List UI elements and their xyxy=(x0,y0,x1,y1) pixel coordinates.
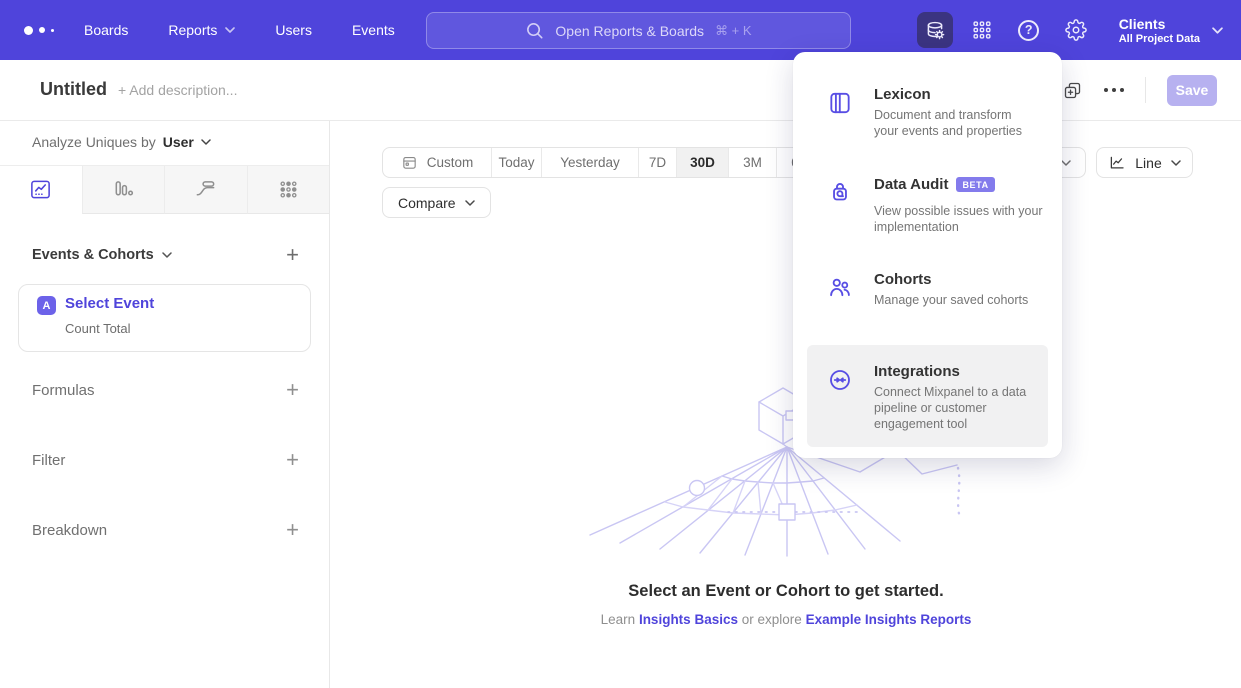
chevron-down-icon xyxy=(1061,160,1071,166)
data-audit-icon xyxy=(827,180,853,206)
help-button[interactable]: ? xyxy=(1011,12,1047,48)
chevron-down-icon xyxy=(201,139,211,145)
primary-nav: Boards Reports Users Events xyxy=(84,0,395,60)
chevron-down-icon xyxy=(1171,160,1181,166)
data-management-menu: Lexicon Document and transform your even… xyxy=(793,52,1062,458)
chart-type-button[interactable]: Line xyxy=(1096,147,1193,178)
example-reports-link[interactable]: Example Insights Reports xyxy=(806,612,972,627)
tab-metrics[interactable] xyxy=(247,166,330,214)
menu-item-integrations[interactable]: Integrations Connect Mixpanel to a data … xyxy=(827,363,1052,432)
report-description-placeholder[interactable]: + Add description... xyxy=(118,82,237,98)
select-event-label: Select Event xyxy=(65,295,154,312)
menu-item-data-audit[interactable]: Data AuditBETA View possible issues with… xyxy=(827,176,1052,236)
range-today[interactable]: Today xyxy=(491,148,541,177)
chevron-down-icon xyxy=(225,27,235,33)
copy-icon xyxy=(1062,80,1083,101)
report-actions: Save xyxy=(1062,60,1217,120)
nav-item-boards[interactable]: Boards xyxy=(84,22,128,38)
metrics-tab-icon xyxy=(277,178,300,201)
analyze-value: User xyxy=(163,134,194,150)
range-3m[interactable]: 3M xyxy=(728,148,776,177)
nav-item-users[interactable]: Users xyxy=(275,22,312,38)
insights-basics-link[interactable]: Insights Basics xyxy=(639,612,738,627)
menu-item-cohorts[interactable]: Cohorts Manage your saved cohorts xyxy=(827,271,1052,309)
gear-icon xyxy=(1065,19,1087,41)
chevron-down-icon xyxy=(1212,27,1223,34)
help-icon: ? xyxy=(1018,20,1039,41)
cohorts-icon xyxy=(827,275,853,301)
global-search-input[interactable]: Open Reports & Boards ⌘ + K xyxy=(426,12,851,49)
tab-line-chart[interactable] xyxy=(0,166,82,214)
data-management-button[interactable] xyxy=(917,12,953,48)
settings-button[interactable] xyxy=(1058,12,1094,48)
save-button[interactable]: Save xyxy=(1167,75,1217,106)
analyze-label: Analyze Uniques by xyxy=(32,134,156,150)
formulas-section: Formulas + xyxy=(32,378,299,402)
project-switcher[interactable]: Clients All Project Data xyxy=(1119,15,1223,45)
database-gear-icon xyxy=(924,19,946,41)
formulas-label: Formulas xyxy=(32,382,95,399)
apps-grid-button[interactable] xyxy=(964,12,1000,48)
chevron-down-icon xyxy=(162,252,172,258)
line-chart-icon xyxy=(1108,154,1126,172)
series-badge: A xyxy=(37,296,56,315)
compare-button[interactable]: Compare xyxy=(382,187,491,218)
nav-item-reports[interactable]: Reports xyxy=(168,22,235,38)
filter-label: Filter xyxy=(32,452,65,469)
calendar-icon xyxy=(401,154,418,171)
breakdown-section: Breakdown + xyxy=(32,518,299,542)
more-options-button[interactable] xyxy=(1104,88,1124,92)
mixpanel-logo xyxy=(24,0,54,60)
ellipsis-icon xyxy=(1104,88,1124,92)
chart-type-tabs xyxy=(0,165,329,214)
mixpanel-insights-screen: Boards Reports Users Events Open Reports… xyxy=(0,0,1241,688)
tab-flows[interactable] xyxy=(164,166,247,214)
duplicate-button[interactable] xyxy=(1062,80,1083,101)
count-total-dropdown: Count Total xyxy=(65,321,131,336)
lexicon-icon xyxy=(827,90,853,116)
add-breakdown-button[interactable]: + xyxy=(286,520,299,540)
range-30d[interactable]: 30D xyxy=(676,148,728,177)
add-filter-button[interactable]: + xyxy=(286,450,299,470)
report-title[interactable]: Untitled xyxy=(40,79,107,100)
nav-item-events[interactable]: Events xyxy=(352,22,395,38)
empty-state-title: Select an Event or Cohort to get started… xyxy=(331,582,1241,601)
project-scope: All Project Data xyxy=(1119,33,1200,45)
menu-item-lexicon[interactable]: Lexicon Document and transform your even… xyxy=(827,86,1052,140)
flows-tab-icon xyxy=(194,178,217,201)
grid-dots-icon xyxy=(971,19,993,41)
event-row-a[interactable]: A Select Event Count Total xyxy=(18,284,311,352)
project-name: Clients xyxy=(1119,15,1200,33)
search-shortcut: ⌘ + K xyxy=(715,23,752,39)
tab-bar-chart[interactable] xyxy=(82,166,165,214)
query-builder-sidebar: Analyze Uniques by User xyxy=(0,121,330,688)
bar-chart-tab-icon xyxy=(112,178,135,201)
add-formula-button[interactable]: + xyxy=(286,380,299,400)
top-navbar: Boards Reports Users Events Open Reports… xyxy=(0,0,1241,60)
report-canvas: Custom Today Yesterday 7D 30D 3M 6M Comp… xyxy=(331,121,1241,688)
filter-section: Filter + xyxy=(32,448,299,472)
breakdown-label: Breakdown xyxy=(32,522,107,539)
beta-badge: BETA xyxy=(956,177,994,192)
search-icon xyxy=(525,21,544,40)
analyze-uniques-dropdown[interactable]: Analyze Uniques by User xyxy=(32,134,211,150)
range-yesterday[interactable]: Yesterday xyxy=(541,148,638,177)
search-placeholder: Open Reports & Boards xyxy=(555,23,704,39)
events-cohorts-header: Events & Cohorts + xyxy=(32,245,299,265)
chevron-down-icon xyxy=(465,200,475,206)
integrations-icon xyxy=(827,367,853,393)
add-event-button[interactable]: + xyxy=(286,245,299,265)
events-cohorts-dropdown[interactable]: Events & Cohorts xyxy=(32,247,172,263)
navbar-actions: ? Clients All Project Data xyxy=(917,0,1223,60)
divider xyxy=(1145,77,1146,103)
empty-state-links: Learn Insights Basics or explore Example… xyxy=(331,612,1241,627)
range-custom[interactable]: Custom xyxy=(383,148,491,177)
range-7d[interactable]: 7D xyxy=(638,148,676,177)
line-chart-tab-icon xyxy=(29,178,52,201)
